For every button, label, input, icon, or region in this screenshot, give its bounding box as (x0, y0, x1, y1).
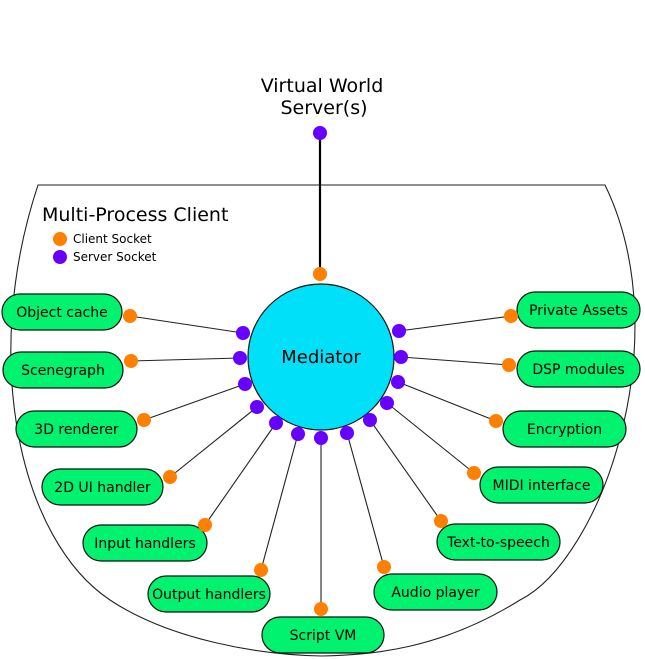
server-label-line2: Server(s) (280, 97, 367, 119)
legend-client-socket-icon (53, 232, 67, 246)
module-label: DSP modules (532, 362, 624, 378)
module-encryption[interactable]: Encryption (502, 410, 627, 448)
module-object-cache[interactable]: Object cache (1, 293, 123, 331)
server-socket-icon (269, 416, 283, 430)
module-label: Scenegraph (21, 363, 105, 379)
connection-text-to-speech (369, 419, 442, 522)
server-socket-icon (340, 426, 354, 440)
server-socket-icon (363, 413, 377, 427)
module-dsp-modules[interactable]: DSP modules (516, 350, 641, 388)
connection-2d-ui-handler (169, 406, 258, 478)
client-socket-icon (124, 354, 138, 368)
connection-private-assets (398, 315, 512, 332)
module-audio-player[interactable]: Audio player (373, 573, 498, 611)
connection-scenegraph (130, 357, 241, 362)
client-socket-icon (467, 466, 481, 480)
module-label: Audio player (391, 585, 479, 601)
module-label: MIDI interface (492, 478, 590, 494)
module-input-handlers[interactable]: Input handlers (82, 524, 208, 562)
legend-server-socket-label: Server Socket (73, 250, 157, 264)
server-socket-icon (233, 351, 247, 365)
module-label: Object cache (16, 305, 108, 321)
architecture-diagram: Virtual World Server(s) Multi-Process Cl… (1, 75, 641, 657)
module-label: Text-to-speech (446, 535, 550, 551)
server-socket-icon (250, 400, 264, 414)
module-2d-ui-handler[interactable]: 2D UI handler (41, 468, 164, 506)
module-scenegraph[interactable]: Scenegraph (2, 351, 124, 389)
module-private-assets[interactable]: Private Assets (516, 291, 641, 329)
connection-encryption (397, 381, 497, 422)
client-socket-icon (504, 309, 518, 323)
client-socket-icon (137, 413, 151, 427)
server-socket-icon (238, 377, 252, 391)
module-label: Private Assets (529, 303, 628, 319)
connection-dsp-modules (400, 356, 510, 366)
server-socket-icon (313, 126, 327, 140)
client-socket-icon (377, 560, 391, 574)
connection-object-cache (129, 315, 244, 334)
mediator-client-socket-icon (313, 267, 327, 281)
mediator-label: Mediator (281, 347, 361, 368)
module-label: Output handlers (152, 587, 266, 603)
connection-3d-renderer (143, 383, 246, 421)
client-title: Multi-Process Client (42, 204, 228, 226)
connection-output-handlers (260, 433, 299, 571)
module-3d-renderer[interactable]: 3D renderer (15, 410, 138, 448)
module-label: 3D renderer (34, 422, 119, 438)
client-socket-icon (254, 563, 268, 577)
module-output-handlers[interactable]: Output handlers (147, 575, 271, 613)
module-label: Encryption (527, 422, 602, 438)
server-socket-icon (380, 396, 394, 410)
server-socket-icon (392, 324, 406, 338)
server-socket-icon (391, 375, 405, 389)
module-text-to-speech[interactable]: Text-to-speech (436, 523, 561, 561)
module-script-vm[interactable]: Script VM (261, 616, 385, 654)
module-label: Input handlers (94, 536, 195, 552)
client-socket-icon (123, 309, 137, 323)
client-socket-icon (489, 414, 503, 428)
client-socket-icon (434, 514, 448, 528)
server-socket-icon (394, 350, 408, 364)
server-socket-icon (236, 326, 250, 340)
server-socket-icon (314, 431, 328, 445)
server-socket-icon (291, 427, 305, 441)
client-socket-icon (502, 358, 516, 372)
client-socket-icon (198, 518, 212, 532)
legend-client-socket-label: Client Socket (73, 232, 152, 246)
module-label: 2D UI handler (54, 480, 151, 496)
server-label-line1: Virtual World (261, 75, 384, 97)
connection-input-handlers (204, 422, 277, 526)
module-label: Script VM (290, 628, 357, 644)
connection-audio-player (346, 432, 385, 568)
module-midi-interface[interactable]: MIDI interface (479, 466, 604, 504)
client-socket-icon (163, 470, 177, 484)
legend-server-socket-icon (53, 250, 67, 264)
client-socket-icon (314, 602, 328, 616)
